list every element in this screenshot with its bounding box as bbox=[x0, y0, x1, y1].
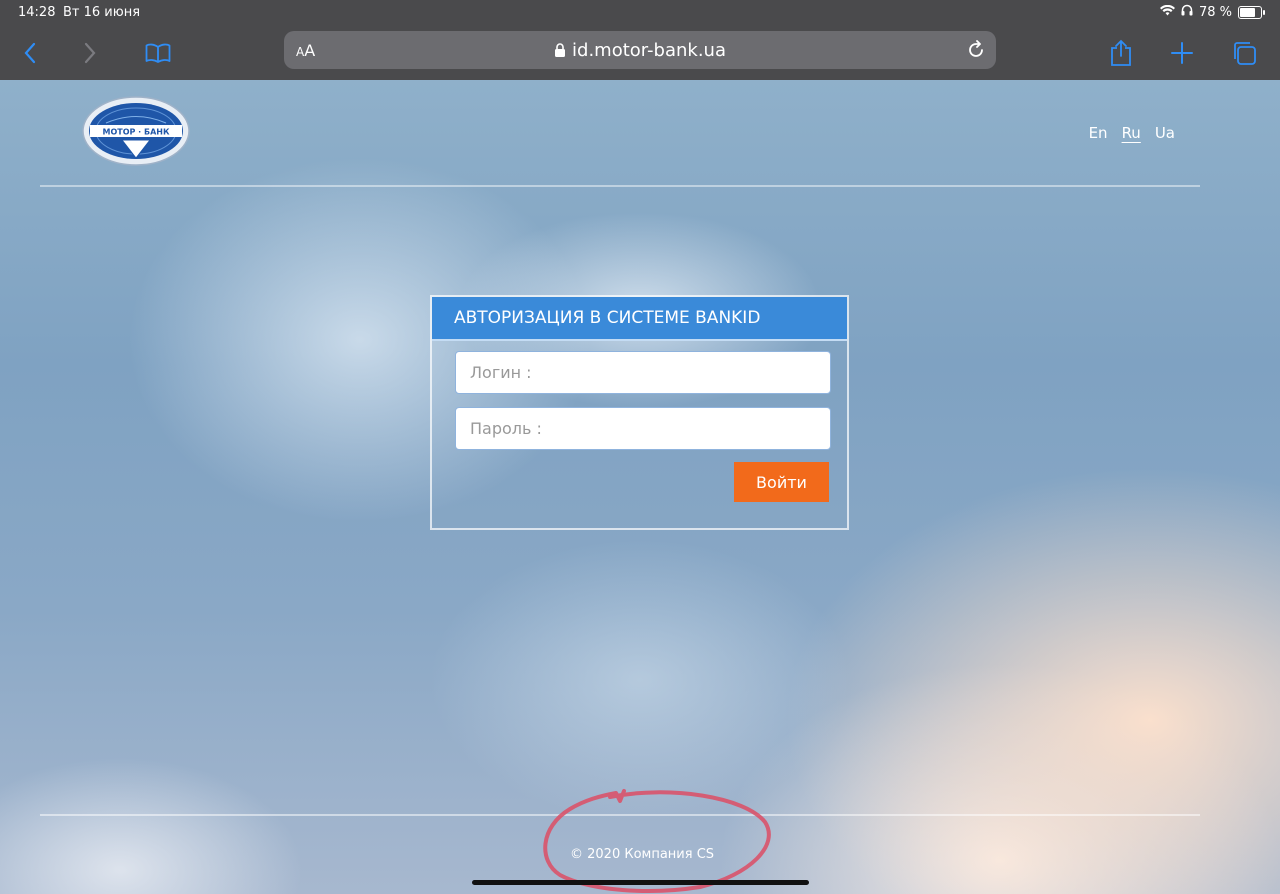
password-input[interactable] bbox=[455, 407, 831, 450]
new-tab-icon[interactable] bbox=[1166, 37, 1198, 69]
home-indicator bbox=[472, 880, 809, 885]
browser-toolbar: AA id.motor-bank.ua bbox=[0, 26, 1280, 80]
login-button[interactable]: Войти bbox=[734, 462, 829, 502]
lock-icon bbox=[555, 43, 566, 57]
bank-logo[interactable]: МОТОР · БАНК bbox=[82, 96, 190, 166]
url-display[interactable]: id.motor-bank.ua bbox=[284, 40, 996, 61]
url-text: id.motor-bank.ua bbox=[572, 40, 726, 61]
status-right: 78 % bbox=[1159, 4, 1265, 20]
wifi-icon bbox=[1159, 4, 1175, 20]
share-icon[interactable] bbox=[1105, 37, 1137, 69]
status-date: Вт 16 июня bbox=[63, 5, 141, 20]
login-input[interactable] bbox=[455, 351, 831, 394]
annotation-circle bbox=[543, 789, 771, 893]
lang-ru[interactable]: Ru bbox=[1122, 124, 1141, 142]
svg-text:МОТОР · БАНК: МОТОР · БАНК bbox=[102, 128, 169, 137]
forward-icon[interactable] bbox=[74, 37, 106, 69]
login-panel: АВТОРИЗАЦИЯ В СИСТЕМЕ BANKID Войти bbox=[430, 295, 849, 530]
back-icon[interactable] bbox=[14, 37, 46, 69]
battery-percent: 78 % bbox=[1198, 4, 1232, 20]
headphones-icon bbox=[1181, 4, 1193, 20]
address-bar[interactable]: AA id.motor-bank.ua bbox=[284, 31, 996, 69]
web-page: МОТОР · БАНК En Ru Ua АВТОРИЗАЦИЯ В СИСТ… bbox=[0, 80, 1280, 894]
header-divider bbox=[40, 185, 1200, 187]
bank-logo-image: МОТОР · БАНК bbox=[82, 96, 190, 166]
language-switcher: En Ru Ua bbox=[1089, 124, 1175, 142]
tabs-overview-icon[interactable] bbox=[1228, 37, 1260, 69]
lang-ua[interactable]: Ua bbox=[1155, 124, 1175, 142]
bookmarks-icon[interactable] bbox=[142, 37, 174, 69]
reload-icon[interactable] bbox=[966, 40, 986, 64]
status-time: 14:28 bbox=[18, 5, 56, 20]
lang-en[interactable]: En bbox=[1089, 124, 1108, 142]
battery-icon bbox=[1238, 5, 1265, 19]
login-panel-title: АВТОРИЗАЦИЯ В СИСТЕМЕ BANKID bbox=[432, 297, 847, 341]
status-bar: 14:28 Вт 16 июня 78 % bbox=[0, 0, 1280, 26]
